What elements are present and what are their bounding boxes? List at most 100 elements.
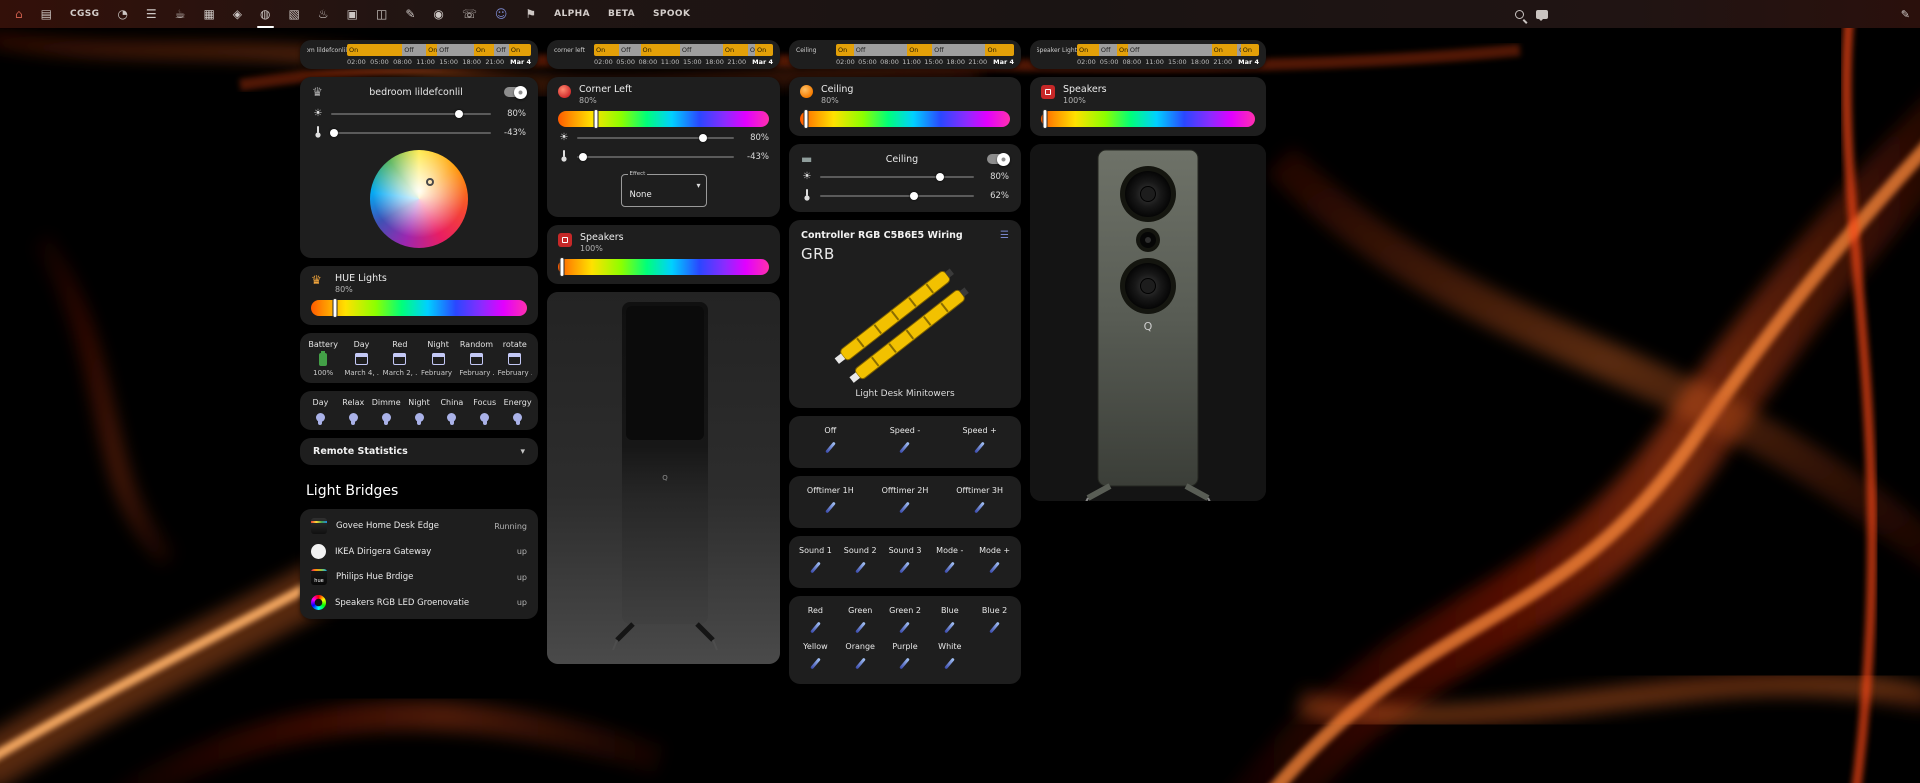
speaker-photo-card-right[interactable]: Q	[1030, 144, 1266, 501]
chat-icon[interactable]	[1536, 9, 1548, 21]
remote-button[interactable]: Mode -	[927, 544, 972, 580]
remote-button[interactable]: Mode +	[972, 544, 1017, 580]
timeline-label: bedroom lildefconlil	[307, 46, 347, 54]
scene-button[interactable]: Relax	[337, 398, 370, 425]
bookmark-tab[interactable]: ⚑	[516, 0, 545, 28]
scene-button[interactable]: China	[435, 398, 468, 425]
hue-color-slider[interactable]	[800, 109, 1010, 129]
scene-button[interactable]: Battery 100%	[304, 340, 342, 377]
remote-button[interactable]: Offtimer 2H	[868, 484, 943, 520]
desktop-tab[interactable]: ▤	[32, 0, 61, 28]
scene-button[interactable]: Red March 2, ...	[381, 340, 419, 377]
remote-icon	[899, 657, 911, 670]
gradient-handle[interactable]	[332, 298, 338, 318]
timeline-segment: On	[1240, 44, 1259, 56]
alpha-tab[interactable]: ALPHA	[545, 0, 599, 28]
beta-tab[interactable]: BETA	[599, 0, 644, 28]
brightness-slider[interactable]	[577, 132, 734, 144]
timeline-times: 02:00 05:00 08:00 11:00 15:00 18:00 21:00	[347, 58, 504, 66]
scene-button[interactable]: rotate February ...	[496, 340, 534, 377]
pen-tab[interactable]: ✎	[396, 0, 424, 28]
slider-handle[interactable]	[936, 173, 945, 181]
hue-color-slider[interactable]	[558, 257, 769, 277]
cgsg-tab[interactable]: CGSG	[61, 0, 108, 28]
remote-button[interactable]: White	[927, 640, 972, 676]
bedroom-light-toggle[interactable]	[504, 85, 527, 99]
apps-tab[interactable]: ▦	[194, 0, 223, 28]
list-tab[interactable]: ☰	[137, 0, 166, 28]
color-wheel-cursor[interactable]	[425, 178, 434, 187]
remote-button[interactable]: Blue	[927, 604, 972, 640]
printer-tab[interactable]: ◫	[367, 0, 396, 28]
remote-button[interactable]: Red	[793, 604, 838, 640]
search-icon[interactable]	[1515, 9, 1524, 19]
bridge-row[interactable]: hue Philips Hue Brdige up	[300, 564, 538, 590]
history-timeline-corner-left: corner left OnOffOnOffOnOffOn 02:0005:00…	[547, 40, 780, 69]
scene-button[interactable]: Night February ...	[419, 340, 457, 377]
gradient-handle[interactable]	[803, 109, 809, 129]
scene-button[interactable]: Energy	[501, 398, 534, 425]
remote-button[interactable]: Orange	[838, 640, 883, 676]
hue-color-slider[interactable]	[1041, 109, 1255, 129]
scene-button[interactable]: Random February ...	[457, 340, 495, 377]
edit-dashboard-button[interactable]: ✎	[1901, 0, 1910, 28]
remote-button[interactable]: Yellow	[793, 640, 838, 676]
hue-color-slider[interactable]	[558, 109, 769, 129]
ceiling-light-toggle[interactable]	[987, 152, 1010, 166]
gamepad-tab[interactable]: ◉	[424, 0, 452, 28]
slider-handle[interactable]	[579, 153, 588, 161]
scene-button[interactable]: Dimmed	[370, 398, 403, 425]
slider-handle[interactable]	[455, 110, 463, 118]
color-temp-slider[interactable]	[577, 151, 734, 163]
remote-button[interactable]: Green	[838, 604, 883, 640]
effect-select[interactable]: Effect None ▾	[620, 171, 707, 207]
remote-icon	[899, 561, 911, 574]
remote-button[interactable]: Purple	[883, 640, 928, 676]
scene-button[interactable]: Day	[304, 398, 337, 425]
scene-button[interactable]: Focus	[468, 398, 501, 425]
remote-button[interactable]: Off	[793, 424, 868, 460]
slider-handle[interactable]	[330, 129, 339, 137]
remote-button[interactable]: Sound 2	[838, 544, 883, 580]
remote-button[interactable]: Sound 3	[883, 544, 928, 580]
slider-handle[interactable]	[698, 134, 707, 142]
chart-tab[interactable]: ◔	[108, 0, 136, 28]
phone-tab[interactable]: ☏	[453, 0, 486, 28]
car-tab[interactable]: ◈	[224, 0, 251, 28]
coffee-tab[interactable]: ☕	[166, 0, 195, 28]
remote-button[interactable]: Blue 2	[972, 604, 1017, 640]
gradient-handle[interactable]	[593, 109, 599, 129]
bridge-row[interactable]: Govee Home Desk Edge Running	[300, 513, 538, 539]
gradient-handle[interactable]	[559, 257, 565, 277]
toggle-knob	[997, 152, 1010, 166]
scene-button[interactable]: Night	[403, 398, 436, 425]
person-tab[interactable]: ☺	[486, 0, 517, 28]
color-temp-slider[interactable]	[820, 190, 974, 202]
remote-button[interactable]: Offtimer 3H	[942, 484, 1017, 520]
scene-button[interactable]: Day March 4, ...	[342, 340, 380, 377]
color-temp-slider[interactable]	[330, 127, 491, 139]
tv-tab[interactable]: ▣	[338, 0, 367, 28]
home-tab[interactable]: ⌂	[6, 0, 32, 28]
remote-button[interactable]: Sound 1	[793, 544, 838, 580]
bridge-row[interactable]: IKEA Dirigera Gateway up	[300, 539, 538, 564]
brightness-slider[interactable]	[820, 171, 974, 183]
time-label: 21:00	[727, 58, 747, 66]
spook-tab[interactable]: SPOOK	[644, 0, 699, 28]
remote-button[interactable]: Green 2	[883, 604, 928, 640]
climate-tab[interactable]: ♨	[309, 0, 338, 28]
speaker-photo-card-left[interactable]: Q	[547, 292, 780, 664]
hue-color-slider[interactable]	[311, 298, 527, 318]
bridge-row[interactable]: Speakers RGB LED Groenovatie up	[300, 590, 538, 615]
gradient-handle[interactable]	[1042, 109, 1048, 129]
color-wheel[interactable]	[370, 150, 468, 248]
remote-button[interactable]: Offtimer 1H	[793, 484, 868, 520]
wiring-icon[interactable]: ☰	[1000, 230, 1009, 241]
remote-button[interactable]: Speed +	[942, 424, 1017, 460]
remote-button[interactable]: Speed -	[868, 424, 943, 460]
fuel-tab[interactable]: ▧	[280, 0, 309, 28]
remote-statistics-expander[interactable]: Remote Statistics ▾	[300, 438, 538, 465]
brightness-slider[interactable]	[331, 108, 491, 120]
lights-tab[interactable]: ◍	[251, 0, 279, 28]
slider-handle[interactable]	[909, 192, 918, 200]
